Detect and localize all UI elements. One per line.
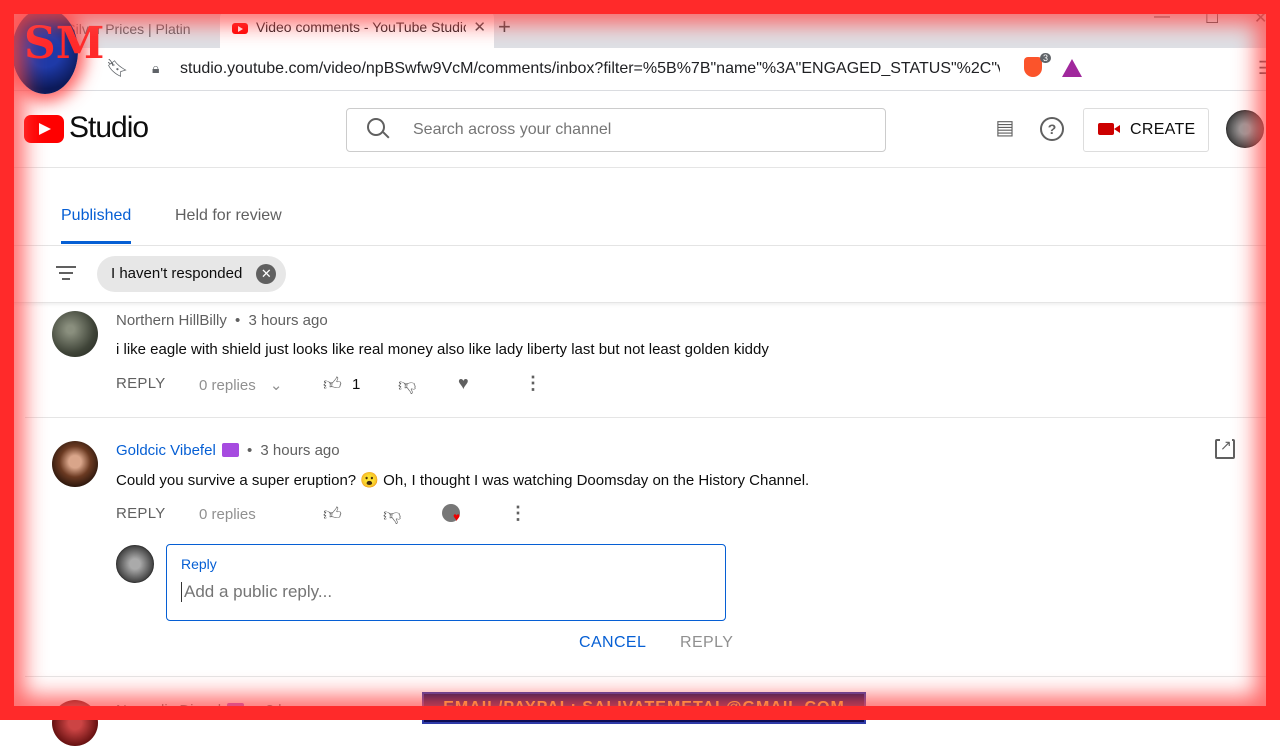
bookmark-icon[interactable]: 🔖︎ (106, 58, 129, 79)
contact-banner: EMAIL/PAYPAL: SALIVATEMETAL@GMAIL.COM (422, 692, 866, 724)
replies-count: 0 replies (199, 377, 256, 394)
filter-chip-label: I haven't responded (111, 265, 243, 282)
comment-author[interactable]: Nomadic Diesel (116, 702, 221, 719)
member-badge-icon (221, 443, 239, 457)
tab-held-for-review[interactable]: Held for review (175, 207, 282, 225)
thumbs-up-icon[interactable]: 👍︎ (323, 503, 342, 525)
bullet-separator: • (235, 312, 241, 329)
filter-bar: I haven't responded ✕ (0, 246, 1280, 303)
comment-author[interactable]: Northern HillBilly (116, 312, 227, 329)
bullet-separator: • (252, 702, 258, 719)
browser-tab-title: Video comments - YouTube Studio (256, 19, 466, 35)
browser-menu-icon[interactable]: ☰ (1258, 58, 1274, 79)
comment-author[interactable]: Goldcic Vibefel (116, 442, 216, 459)
comment-timestamp[interactable]: 3 hours ago (248, 312, 327, 329)
youtube-logo-icon[interactable] (24, 115, 64, 143)
scrollbar[interactable] (1274, 530, 1280, 565)
comment-divider (25, 676, 1272, 677)
like-count: 1 (352, 376, 361, 393)
feedback-icon[interactable]: ▤ (994, 117, 1016, 139)
reply-avatar (116, 545, 154, 583)
url-text[interactable]: studio.youtube.com/video/npBSwfw9VcM/com… (180, 60, 1000, 78)
creator-heart-icon[interactable]: ♥ (442, 504, 460, 524)
comment-author-line: Goldcic Vibefel • 3 hours ago (116, 442, 340, 459)
tab-published[interactable]: Published (61, 207, 132, 244)
brave-badge: 3 (1039, 53, 1051, 63)
chevron-down-icon: ⌄ (269, 377, 283, 394)
comment-timestamp[interactable]: 3 hours ago (266, 702, 345, 719)
commenter-avatar[interactable] (52, 311, 98, 357)
reply-button[interactable]: REPLY (116, 505, 166, 522)
video-camera-icon (1098, 123, 1120, 135)
more-options-icon[interactable]: ⋮ (524, 373, 542, 394)
commenter-avatar[interactable] (52, 700, 98, 746)
filter-chip[interactable]: I haven't responded ✕ (97, 256, 287, 292)
create-label: CREATE (1130, 121, 1196, 138)
youtube-favicon-icon (232, 23, 248, 34)
replies-toggle[interactable]: 0 replies ⌄ (199, 376, 282, 394)
logo-text: SM (24, 18, 105, 69)
create-button[interactable]: CREATE (1083, 108, 1209, 152)
bullet-separator: • (246, 442, 253, 459)
remove-filter-icon[interactable]: ✕ (256, 264, 277, 284)
comment-timestamp[interactable]: 3 hours ago (260, 442, 339, 459)
account-avatar[interactable] (1226, 110, 1264, 148)
heart-icon[interactable]: ♥ (458, 373, 469, 394)
new-tab-icon[interactable]: + (498, 14, 511, 40)
url-bar[interactable]: 🔒︎ studio.youtube.com/video/npBSwfw9VcM/… (140, 53, 1090, 85)
reply-button[interactable]: REPLY (116, 375, 166, 392)
reply-input[interactable] (181, 582, 704, 602)
comment-divider (25, 417, 1272, 418)
close-tab-icon[interactable]: ✕ (473, 18, 486, 36)
thumbs-down-icon[interactable]: 👎︎ (383, 504, 401, 526)
more-options-icon[interactable]: ⋮ (509, 503, 527, 524)
minimize-icon[interactable]: — (1154, 8, 1170, 26)
comment-item: Northern HillBilly • 3 hours ago i like … (25, 305, 1272, 418)
lock-icon[interactable]: 🔒︎ (152, 60, 159, 77)
reply-box[interactable]: Reply (166, 544, 726, 621)
brave-rewards-icon[interactable] (1062, 59, 1082, 77)
studio-header: Studio ▤ ? CREATE (0, 91, 1280, 168)
thumbs-down-icon[interactable]: 👎︎ (398, 374, 416, 396)
help-icon[interactable]: ? (1040, 117, 1064, 141)
comment-tabs: Published Held for review (0, 168, 1280, 246)
comment-text: Could you survive a super eruption? 😮 Oh… (116, 472, 810, 489)
reply-label: Reply (181, 556, 217, 572)
cancel-button[interactable]: CANCEL (579, 634, 646, 652)
browser-tab-bar: ices | Silver Prices | Platin Video comm… (0, 0, 1280, 48)
close-window-icon[interactable]: ✕ (1254, 8, 1267, 28)
browser-tab-active[interactable]: Video comments - YouTube Studio ✕ (220, 10, 494, 48)
thumbs-up-icon[interactable]: 👍︎ (323, 373, 342, 395)
comment-author-line: Nomadic Diesel • 3 hours ago (116, 702, 345, 719)
comment-author-line: Northern HillBilly • 3 hours ago (116, 312, 328, 329)
maximize-icon[interactable]: ☐ (1205, 8, 1219, 28)
brave-shield-icon[interactable]: 3 (1024, 53, 1051, 77)
search-input[interactable] (411, 120, 855, 140)
submit-reply-button[interactable]: REPLY (680, 634, 733, 652)
studio-logo-text[interactable]: Studio (69, 111, 149, 145)
channel-logo-overlay: SM (12, 8, 104, 94)
commenter-avatar[interactable] (52, 441, 98, 487)
open-in-new-icon[interactable] (1215, 437, 1235, 459)
search-icon[interactable] (367, 118, 385, 136)
member-badge-icon (227, 703, 245, 717)
filter-icon[interactable] (56, 266, 76, 284)
comment-text: i like eagle with shield just looks like… (116, 341, 769, 358)
replies-count[interactable]: 0 replies (199, 506, 256, 523)
channel-search[interactable] (346, 108, 886, 152)
address-bar-row: 🔖︎ 🔒︎ studio.youtube.com/video/npBSwfw9V… (0, 48, 1280, 91)
